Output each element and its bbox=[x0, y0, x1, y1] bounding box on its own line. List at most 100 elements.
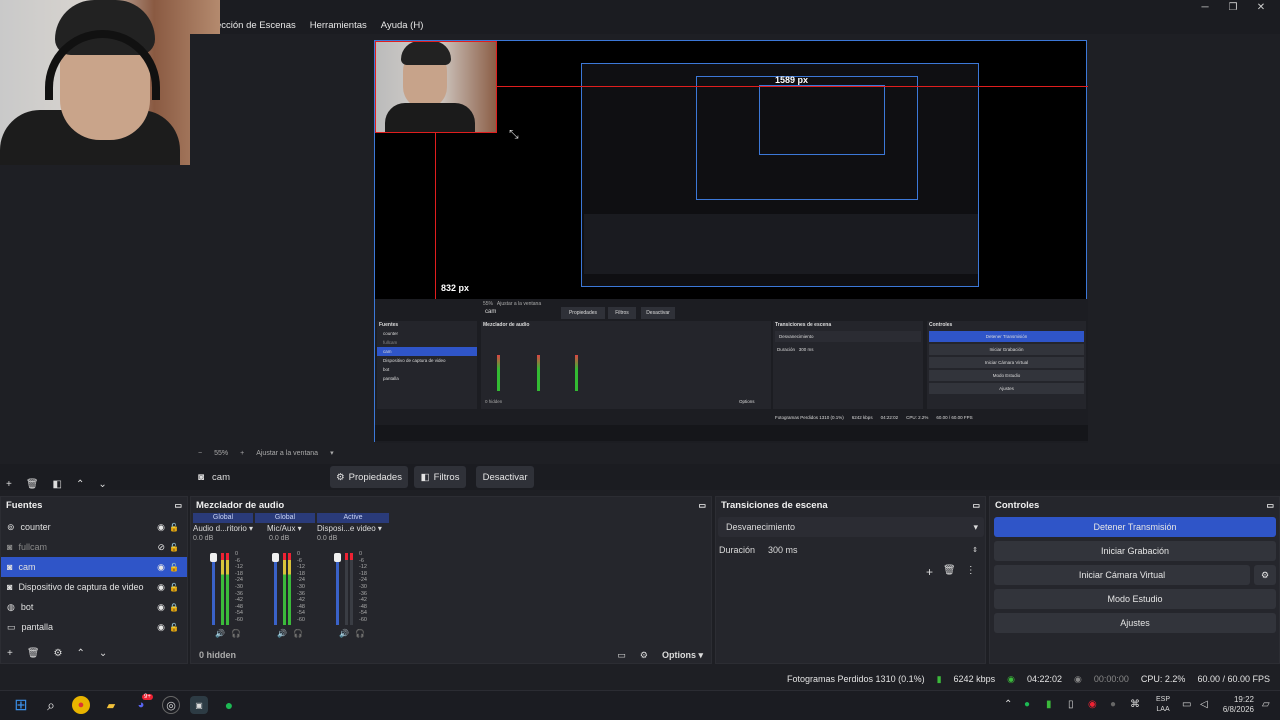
speaker-icon[interactable]: 🔊 bbox=[339, 629, 349, 638]
start-virtualcam-button[interactable]: Iniciar Cámara Virtual bbox=[994, 565, 1250, 585]
volume-fader[interactable] bbox=[212, 553, 215, 625]
zoom-in-button[interactable]: + bbox=[240, 450, 244, 457]
mixer-layout-icon[interactable]: ▭ bbox=[617, 650, 626, 661]
move-up-icon[interactable]: ⌃ bbox=[76, 479, 84, 490]
meter-scale: 0 -6 -12 -18 -24 -30 -36 -42 -48 -54 -60 bbox=[359, 551, 367, 623]
mixer-options-button[interactable]: Options ▾ bbox=[662, 650, 703, 661]
move-down-icon[interactable]: ⌄ bbox=[99, 648, 107, 659]
eye-icon[interactable]: ◉ bbox=[157, 622, 165, 633]
chevron-up-icon[interactable]: ⌃ bbox=[1004, 699, 1012, 710]
source-item[interactable]: ⊚ counter ◉ 🔓 bbox=[1, 517, 187, 537]
dock-float-icon[interactable]: ▭ bbox=[174, 501, 182, 510]
eye-icon[interactable]: ◉ bbox=[157, 522, 165, 533]
close-button[interactable]: ✕ bbox=[1251, 2, 1271, 13]
virtualcam-settings-button[interactable]: ⚙ bbox=[1254, 565, 1276, 585]
source-item[interactable]: ◙ Dispositivo de captura de video ◉ 🔓 bbox=[1, 577, 187, 597]
source-item-selected[interactable]: ◙ cam ◉ 🔓 bbox=[1, 557, 187, 577]
inner-sources: Fuentes counter fullcam cam Dispositivo … bbox=[377, 321, 477, 409]
search-icon[interactable]: ⌕ bbox=[42, 696, 60, 714]
menu-help[interactable]: Ayuda (H) bbox=[381, 20, 424, 31]
move-down-icon[interactable]: ⌄ bbox=[98, 479, 106, 490]
filters-button[interactable]: ◧ Filtros bbox=[414, 466, 467, 488]
unlock-icon[interactable]: 🔓 bbox=[169, 623, 179, 632]
source-item[interactable]: ◙ fullcam ⊘ 🔓 bbox=[1, 537, 187, 557]
app-tray-icon[interactable]: ● bbox=[1110, 699, 1116, 710]
source-item[interactable]: ◍ bot ◉ 🔒 bbox=[1, 597, 187, 617]
notification-icon[interactable]: ▱ bbox=[1262, 699, 1270, 710]
usb-icon[interactable]: ▯ bbox=[1068, 699, 1074, 710]
headphones-icon[interactable]: 🎧 bbox=[293, 629, 303, 638]
clock[interactable]: 19:22 6/8/2026 bbox=[1220, 695, 1254, 715]
more-icon[interactable]: ⋮ bbox=[966, 565, 976, 579]
minimize-button[interactable]: ─ bbox=[1195, 2, 1215, 13]
unlock-icon[interactable]: 🔓 bbox=[169, 523, 179, 532]
speaker-icon[interactable]: 🔊 bbox=[215, 629, 225, 638]
headphones-icon[interactable]: 🎧 bbox=[231, 629, 241, 638]
obs-icon[interactable]: ◎ bbox=[162, 696, 180, 714]
volume-icon[interactable]: ◁ bbox=[1200, 699, 1208, 710]
menu-tools[interactable]: Herramientas bbox=[310, 20, 367, 31]
spin-arrows-icon[interactable]: ⇕ bbox=[972, 546, 978, 554]
stop-stream-button[interactable]: Detener Transmisión bbox=[994, 517, 1276, 537]
chrome-icon[interactable]: ● bbox=[72, 696, 90, 714]
eye-icon[interactable]: ◉ bbox=[157, 562, 165, 573]
spotify-tray-icon[interactable]: ● bbox=[1024, 699, 1030, 710]
remove-scene-icon[interactable]: 🗑 bbox=[26, 479, 39, 490]
start-recording-button[interactable]: Iniciar Grabación bbox=[994, 541, 1276, 561]
zoom-out-button[interactable]: − bbox=[198, 450, 202, 457]
speaker-icon[interactable]: 🔊 bbox=[277, 629, 287, 638]
dock-float-icon[interactable]: ▭ bbox=[698, 501, 706, 510]
dock-float-icon[interactable]: ▭ bbox=[972, 501, 980, 510]
move-up-icon[interactable]: ⌃ bbox=[77, 648, 85, 659]
volume-fader[interactable] bbox=[336, 553, 339, 625]
maximize-button[interactable]: ❐ bbox=[1223, 2, 1243, 13]
add-scene-icon[interactable]: + bbox=[6, 479, 12, 490]
eye-icon[interactable]: ◉ bbox=[157, 582, 165, 593]
dock-float-icon[interactable]: ▭ bbox=[1266, 501, 1274, 510]
settings-button[interactable]: Ajustes bbox=[994, 613, 1276, 633]
add-source-icon[interactable]: + bbox=[7, 648, 13, 659]
menu-scene-collection[interactable]: ección de Escenas bbox=[216, 20, 296, 31]
terminal-icon[interactable]: ▣ bbox=[190, 696, 208, 714]
bluetooth-tray-icon[interactable]: ⌘ bbox=[1130, 699, 1140, 710]
obs-stream-tray-icon[interactable]: ▮ bbox=[1046, 699, 1052, 710]
unlock-icon[interactable]: 🔓 bbox=[169, 543, 179, 552]
properties-button[interactable]: ⚙ Propiedades bbox=[330, 466, 409, 488]
gear-icon[interactable]: ⚙ bbox=[54, 648, 63, 659]
fit-window-label[interactable]: Ajustar a la ventana bbox=[256, 450, 318, 457]
unlock-icon[interactable]: 🔓 bbox=[169, 583, 179, 592]
selection-box[interactable] bbox=[375, 41, 497, 133]
inner-obs-ui: 55% Ajustar a la ventana cam Propiedades… bbox=[375, 299, 1088, 443]
lock-icon[interactable]: 🔒 bbox=[169, 603, 179, 612]
windows-start-icon[interactable]: ⊞ bbox=[12, 696, 30, 714]
remove-transition-icon[interactable]: 🗑 bbox=[943, 565, 956, 579]
network-icon[interactable]: ▭ bbox=[1182, 699, 1191, 710]
channel-name[interactable]: Audio d...ritorio ▾ bbox=[193, 523, 253, 535]
chevron-down-icon[interactable]: ▾ bbox=[330, 449, 334, 457]
channel-name[interactable]: Mic/Aux ▾ bbox=[255, 523, 315, 535]
source-item[interactable]: ▭ pantalla ◉ 🔓 bbox=[1, 617, 187, 637]
unlock-icon[interactable]: 🔓 bbox=[169, 563, 179, 572]
duration-input[interactable]: 300 ms ⇕ bbox=[762, 541, 984, 559]
channel-name[interactable]: Disposi...e video ▾ bbox=[317, 523, 389, 535]
eye-icon[interactable]: ◉ bbox=[157, 602, 165, 613]
spotify-icon[interactable]: ● bbox=[220, 696, 238, 714]
preview-canvas[interactable]: 1589 px 832 px ⤡ 55% Ajustar a la ventan… bbox=[374, 40, 1088, 443]
filter-scene-icon[interactable]: ◧ bbox=[53, 479, 62, 490]
fader-knob[interactable] bbox=[210, 553, 217, 562]
add-transition-icon[interactable]: + bbox=[926, 565, 933, 579]
eye-slash-icon[interactable]: ⊘ bbox=[157, 542, 165, 553]
fader-knob[interactable] bbox=[334, 553, 341, 562]
remove-source-icon[interactable]: 🗑 bbox=[27, 648, 40, 659]
volume-fader[interactable] bbox=[274, 553, 277, 625]
studio-mode-button[interactable]: Modo Estudio bbox=[994, 589, 1276, 609]
controls-header: Controles ▭ bbox=[995, 499, 1274, 511]
recording-tray-icon[interactable]: ◉ bbox=[1088, 699, 1097, 710]
mixer-settings-icon[interactable]: ⚙ bbox=[640, 650, 648, 661]
deactivate-button[interactable]: Desactivar bbox=[476, 466, 535, 488]
folder-icon[interactable]: ▰ bbox=[102, 696, 120, 714]
fader-knob[interactable] bbox=[272, 553, 279, 562]
transition-select[interactable]: Desvanecimiento ▾ bbox=[718, 517, 984, 537]
language-indicator[interactable]: ESP LAA bbox=[1156, 695, 1170, 715]
headphones-icon[interactable]: 🎧 bbox=[355, 629, 365, 638]
